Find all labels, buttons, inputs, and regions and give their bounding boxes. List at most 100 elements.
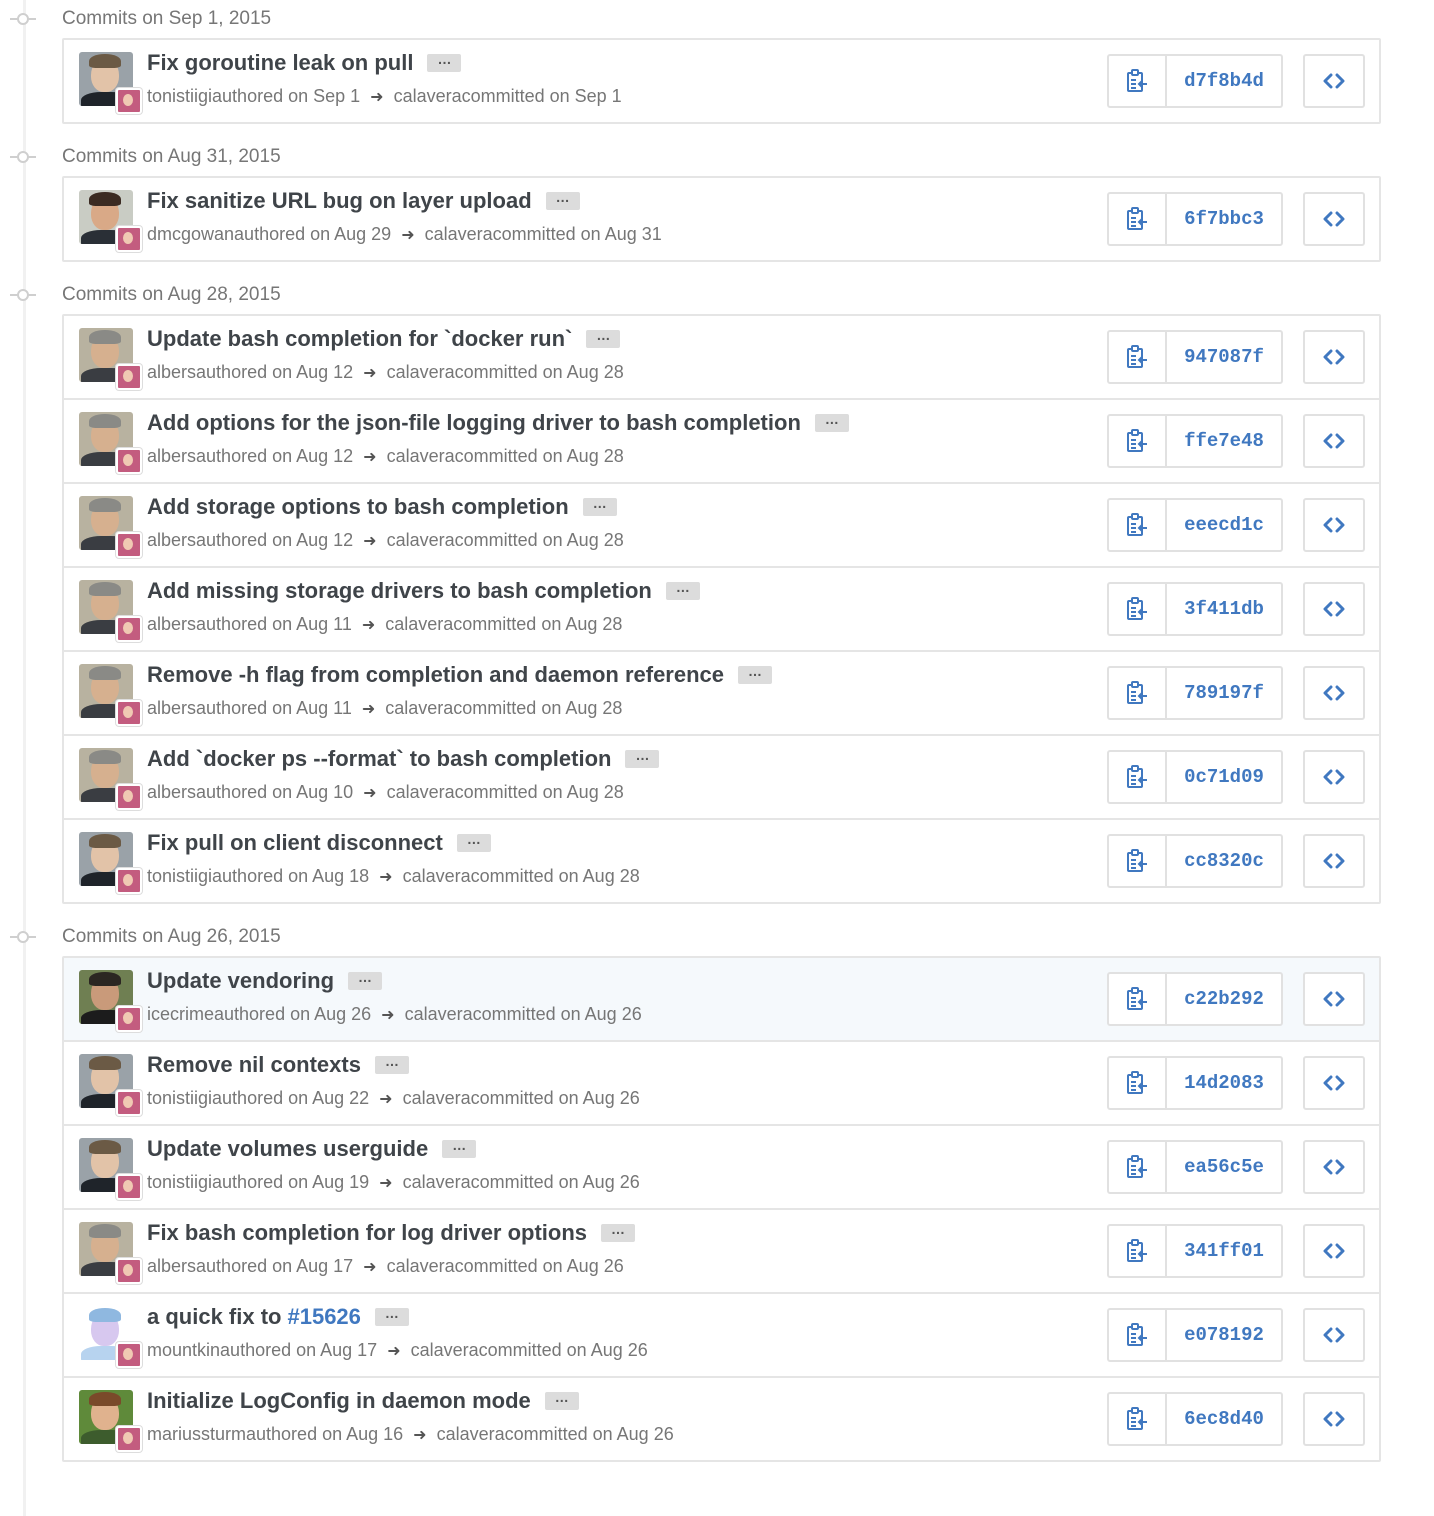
author-name[interactable]: mariussturm — [147, 1424, 246, 1445]
browse-repo-button[interactable] — [1303, 498, 1365, 552]
expand-message-button[interactable]: … — [544, 1390, 579, 1410]
copy-sha-button[interactable] — [1109, 1058, 1167, 1108]
browse-repo-button[interactable] — [1303, 192, 1365, 246]
committer-name[interactable]: calavera — [387, 362, 455, 383]
expand-message-button[interactable]: … — [456, 832, 491, 852]
commit-sha-link[interactable]: 789197f — [1167, 668, 1281, 718]
browse-repo-button[interactable] — [1303, 972, 1365, 1026]
browse-repo-button[interactable] — [1303, 750, 1365, 804]
commit-sha-link[interactable]: eeecd1c — [1167, 500, 1281, 550]
expand-message-button[interactable]: … — [374, 1306, 409, 1326]
committer-name[interactable]: calavera — [385, 698, 453, 719]
committer-name[interactable]: calavera — [387, 446, 455, 467]
commit-message-link[interactable]: Add storage options to bash completion — [147, 494, 569, 520]
author-name[interactable]: tonistiigi — [147, 86, 212, 107]
committer-name[interactable]: calavera — [411, 1340, 479, 1361]
author-name[interactable]: tonistiigi — [147, 866, 212, 887]
committer-avatar[interactable] — [116, 226, 142, 252]
committer-avatar[interactable] — [116, 1174, 142, 1200]
commit-sha-link[interactable]: c22b292 — [1167, 974, 1281, 1024]
expand-message-button[interactable]: … — [374, 1054, 409, 1074]
browse-repo-button[interactable] — [1303, 1224, 1365, 1278]
committer-avatar[interactable] — [116, 700, 142, 726]
author-name[interactable]: dmcgowan — [147, 224, 234, 245]
commit-message-link[interactable]: Fix bash completion for log driver optio… — [147, 1220, 587, 1246]
author-name[interactable]: albers — [147, 782, 196, 803]
committer-avatar[interactable] — [116, 88, 142, 114]
issue-link[interactable]: #15626 — [287, 1304, 360, 1330]
committer-avatar[interactable] — [116, 1258, 142, 1284]
expand-message-button[interactable]: … — [665, 580, 700, 600]
commit-sha-link[interactable]: 341ff01 — [1167, 1226, 1281, 1276]
browse-repo-button[interactable] — [1303, 834, 1365, 888]
commit-message-link[interactable]: Remove -h flag from completion and daemo… — [147, 662, 724, 688]
commit-sha-link[interactable]: 14d2083 — [1167, 1058, 1281, 1108]
copy-sha-button[interactable] — [1109, 332, 1167, 382]
committer-avatar[interactable] — [116, 1342, 142, 1368]
committer-avatar[interactable] — [116, 532, 142, 558]
expand-message-button[interactable]: … — [738, 664, 773, 684]
author-name[interactable]: icecrime — [147, 1004, 214, 1025]
committer-avatar[interactable] — [116, 868, 142, 894]
commit-message-link[interactable]: Initialize LogConfig in daemon mode — [147, 1388, 531, 1414]
committer-avatar[interactable] — [116, 364, 142, 390]
committer-avatar[interactable] — [116, 784, 142, 810]
browse-repo-button[interactable] — [1303, 1140, 1365, 1194]
commit-sha-link[interactable]: d7f8b4d — [1167, 56, 1281, 106]
author-name[interactable]: tonistiigi — [147, 1088, 212, 1109]
committer-name[interactable]: calavera — [405, 1004, 473, 1025]
committer-name[interactable]: calavera — [403, 1172, 471, 1193]
copy-sha-button[interactable] — [1109, 194, 1167, 244]
commit-message-link[interactable]: Add missing storage drivers to bash comp… — [147, 578, 652, 604]
author-name[interactable]: albers — [147, 530, 196, 551]
copy-sha-button[interactable] — [1109, 416, 1167, 466]
browse-repo-button[interactable] — [1303, 582, 1365, 636]
commit-sha-link[interactable]: e078192 — [1167, 1310, 1281, 1360]
commit-message-link[interactable]: Fix goroutine leak on pull — [147, 50, 413, 76]
commit-message-link[interactable]: a quick fix to — [147, 1304, 281, 1330]
browse-repo-button[interactable] — [1303, 54, 1365, 108]
copy-sha-button[interactable] — [1109, 1310, 1167, 1360]
expand-message-button[interactable]: … — [586, 328, 621, 348]
expand-message-button[interactable]: … — [427, 52, 462, 72]
author-name[interactable]: mountkin — [147, 1340, 220, 1361]
commit-sha-link[interactable]: ea56c5e — [1167, 1142, 1281, 1192]
committer-avatar[interactable] — [116, 448, 142, 474]
commit-sha-link[interactable]: 0c71d09 — [1167, 752, 1281, 802]
commit-message-link[interactable]: Fix pull on client disconnect — [147, 830, 443, 856]
committer-avatar[interactable] — [116, 616, 142, 642]
author-name[interactable]: albers — [147, 446, 196, 467]
expand-message-button[interactable]: … — [625, 748, 660, 768]
commit-sha-link[interactable]: ffe7e48 — [1167, 416, 1281, 466]
commit-sha-link[interactable]: 947087f — [1167, 332, 1281, 382]
expand-message-button[interactable]: … — [814, 412, 849, 432]
expand-message-button[interactable]: … — [545, 190, 580, 210]
copy-sha-button[interactable] — [1109, 974, 1167, 1024]
expand-message-button[interactable]: … — [601, 1222, 636, 1242]
browse-repo-button[interactable] — [1303, 414, 1365, 468]
commit-sha-link[interactable]: 6f7bbc3 — [1167, 194, 1281, 244]
committer-name[interactable]: calavera — [387, 1256, 455, 1277]
commit-message-link[interactable]: Add `docker ps --format` to bash complet… — [147, 746, 611, 772]
copy-sha-button[interactable] — [1109, 56, 1167, 106]
committer-name[interactable]: calavera — [437, 1424, 505, 1445]
expand-message-button[interactable]: … — [582, 496, 617, 516]
copy-sha-button[interactable] — [1109, 836, 1167, 886]
copy-sha-button[interactable] — [1109, 1226, 1167, 1276]
browse-repo-button[interactable] — [1303, 666, 1365, 720]
author-name[interactable]: albers — [147, 1256, 196, 1277]
author-name[interactable]: albers — [147, 362, 196, 383]
browse-repo-button[interactable] — [1303, 330, 1365, 384]
author-name[interactable]: albers — [147, 614, 196, 635]
commit-message-link[interactable]: Remove nil contexts — [147, 1052, 361, 1078]
committer-avatar[interactable] — [116, 1090, 142, 1116]
copy-sha-button[interactable] — [1109, 1142, 1167, 1192]
browse-repo-button[interactable] — [1303, 1056, 1365, 1110]
browse-repo-button[interactable] — [1303, 1308, 1365, 1362]
commit-message-link[interactable]: Update bash completion for `docker run` — [147, 326, 572, 352]
committer-name[interactable]: calavera — [387, 782, 455, 803]
copy-sha-button[interactable] — [1109, 752, 1167, 802]
committer-name[interactable]: calavera — [403, 1088, 471, 1109]
commit-sha-link[interactable]: 6ec8d40 — [1167, 1394, 1281, 1444]
commit-sha-link[interactable]: cc8320c — [1167, 836, 1281, 886]
